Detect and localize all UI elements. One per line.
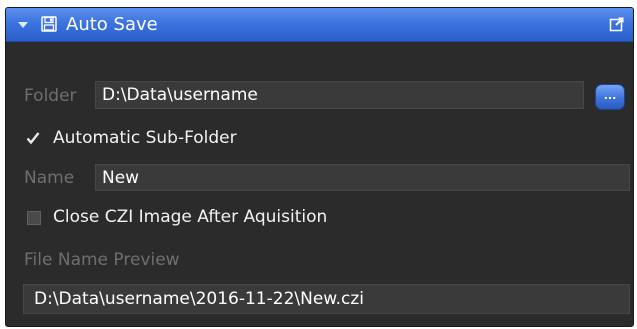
file-name-preview-value: D:\Data\username\2016-11-22\New.czi [23,284,630,314]
auto-subfolder-label[interactable]: Automatic Sub-Folder [53,127,237,149]
close-czi-checkbox[interactable] [27,211,41,225]
panel-title: Auto Save [66,14,158,35]
name-field[interactable]: New [95,164,630,191]
panel-header[interactable]: Auto Save [6,8,633,42]
auto-save-panel: Auto Save Folder D:\Data\username ... Au… [5,7,634,327]
close-czi-label[interactable]: Close CZI Image After Aquisition [53,206,327,228]
floppy-disk-icon [41,16,57,32]
name-label: Name [24,168,75,188]
folder-label: Folder [24,86,77,106]
chevron-down-icon[interactable] [18,22,28,28]
browse-folder-button[interactable]: ... [595,84,625,110]
popout-icon[interactable] [609,16,625,32]
file-name-preview-label: File Name Preview [24,250,180,270]
auto-subfolder-checkbox[interactable] [26,131,40,145]
folder-field[interactable]: D:\Data\username [95,81,584,109]
